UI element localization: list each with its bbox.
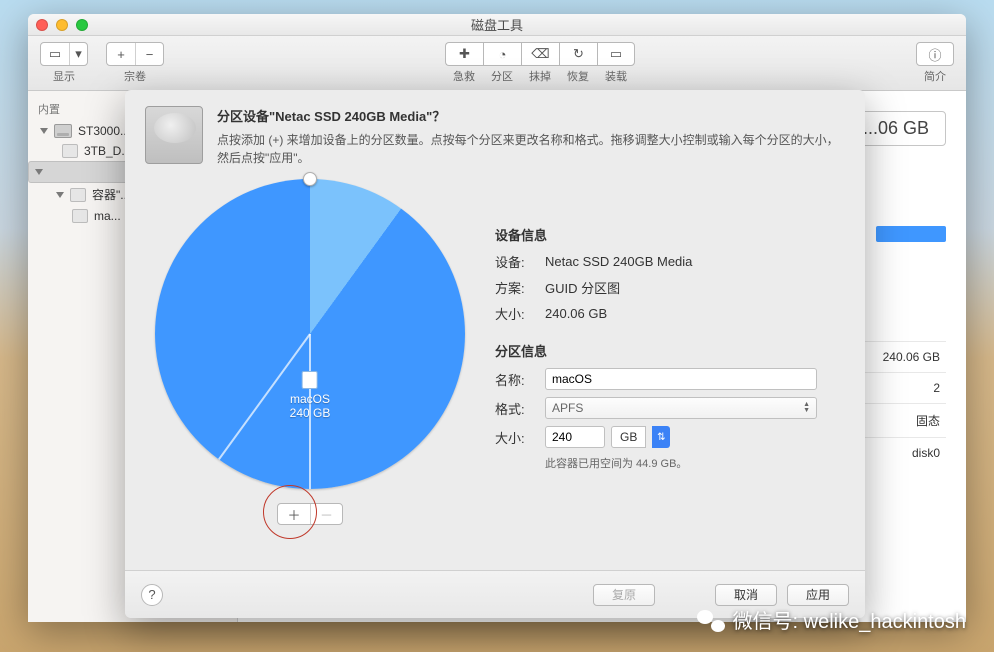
disclosure-triangle-icon[interactable] [56,192,64,198]
watermark: 微信号: welike_hackintosh [697,605,966,634]
view-mode-control[interactable]: ▭ ▾ [40,42,88,66]
drive-icon [145,106,203,164]
volume-icon [302,371,318,389]
partition-size-input[interactable] [545,426,605,448]
disclosure-triangle-icon[interactable] [35,169,43,175]
size-unit-label: GB [611,426,646,448]
erase-button[interactable]: ⌫ [521,42,559,66]
apply-button[interactable]: 应用 [787,584,849,606]
table-row: 240.06 GB [864,341,946,372]
totalsize-value: 240.06 GB [545,306,607,321]
volume-icon [72,209,88,223]
titlebar: 磁盘工具 [28,14,966,36]
partition-resize-handle[interactable] [303,172,317,186]
table-row: 固态 [864,403,946,437]
mount-button[interactable]: ▭ [597,42,635,66]
sheet-title: 分区设备"Netac SSD 240GB Media"？ [217,106,845,125]
used-space-hint: 此容器已用空间为 44.9 GB。 [545,455,845,471]
info-button[interactable]: ⓘ [916,42,954,66]
wechat-icon [697,608,725,632]
partition-slice-label: macOS 240 GB [290,371,331,420]
scheme-value: GUID 分区图 [545,278,620,297]
partition-button[interactable]: ◔ [483,42,521,66]
add-partition-button[interactable]: ＋ [278,504,310,524]
usage-bar [876,226,946,242]
partition-name-input[interactable] [545,368,817,390]
cancel-button[interactable]: 取消 [715,584,777,606]
disclosure-triangle-icon[interactable] [40,128,48,134]
volume-label: 宗卷 [124,68,146,84]
help-button[interactable]: ? [141,584,163,606]
format-select[interactable]: APFS ▲▼ [545,397,817,419]
window-title: 磁盘工具 [28,15,966,34]
volume-icon [62,144,78,158]
partition-sheet: 分区设备"Netac SSD 240GB Media"？ 点按添加 (+) 来增… [125,90,865,618]
toolbar: ▭ ▾ 显示 + − 宗卷 ✚ ◔ ⌫ ↻ ▭ 急救 分区 抹掉 [28,36,966,91]
partition-info-header: 分区信息 [495,341,845,360]
updown-icon: ▲▼ [803,402,810,414]
device-info-header: 设备信息 [495,225,845,244]
sheet-description: 点按添加 (+) 来增加设备上的分区数量。点按每个分区来更改名称和格式。拖移调整… [217,131,845,167]
device-value: Netac SSD 240GB Media [545,254,692,269]
revert-button[interactable]: 复原 [593,584,655,606]
sidebar-toggle-icon[interactable]: ▭ [41,43,69,65]
table-row: disk0 [864,437,946,468]
disk-properties: 240.06 GB 2 固态 disk0 [864,341,946,468]
container-icon [70,188,86,202]
volume-remove-button[interactable]: − [135,43,163,65]
info-label: 简介 [924,68,946,84]
firstaid-button[interactable]: ✚ [445,42,483,66]
partition-pie[interactable]: macOS 240 GB [155,179,465,489]
restore-button[interactable]: ↻ [559,42,597,66]
chevron-down-icon[interactable]: ▾ [69,43,87,65]
size-stepper[interactable]: ⇅ [652,426,670,448]
hdd-icon [54,124,72,138]
volume-add-button[interactable]: + [107,43,135,65]
view-label: 显示 [53,68,75,84]
table-row: 2 [864,372,946,403]
volume-add-remove[interactable]: + − [106,42,164,66]
remove-partition-button[interactable]: － [310,504,342,524]
